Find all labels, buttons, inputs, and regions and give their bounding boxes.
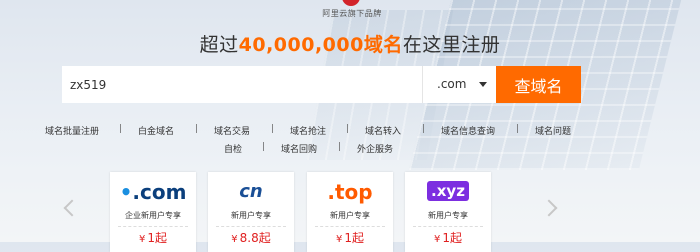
headline-prefix: 超过 xyxy=(199,34,239,56)
headline-suffix: 在这里注册 xyxy=(402,34,501,56)
brand-mark-icon xyxy=(342,0,360,6)
carousel-next-arrow-icon[interactable] xyxy=(540,199,558,217)
card-logo-text: .com xyxy=(132,180,187,204)
top-logo-icon: .top xyxy=(307,178,393,206)
caret-down-icon xyxy=(479,82,487,87)
xyz-logo-icon: .xyz xyxy=(405,178,491,206)
card-divider xyxy=(315,226,385,227)
link-separator: | xyxy=(338,142,342,152)
promo-card-com[interactable]: •.com 企业新用户专享 ¥1起 xyxy=(110,172,196,252)
headline-highlight: 40,000,000域名 xyxy=(238,34,403,56)
link-separator: | xyxy=(346,124,350,134)
com-logo-icon: •.com xyxy=(119,180,187,204)
carousel-prev-arrow-icon[interactable] xyxy=(63,199,81,217)
brand-logo-text: 阿里云旗下品牌 xyxy=(322,9,382,18)
price-value: 1起 xyxy=(442,231,462,245)
quick-link-self-check[interactable]: 自检 xyxy=(224,142,242,155)
link-separator: | xyxy=(262,142,266,152)
currency-symbol: ¥ xyxy=(138,234,146,245)
card-logo-text: .xyz xyxy=(427,181,469,201)
card-description: 新用户专享 xyxy=(330,211,370,220)
card-logo-text: .top xyxy=(327,180,373,204)
card-logo-text: cn xyxy=(239,181,263,202)
card-price: ¥1起 xyxy=(307,229,393,246)
promo-card-cn[interactable]: cn 新用户专享 ¥8.8起 xyxy=(208,172,294,252)
currency-symbol: ¥ xyxy=(231,234,238,245)
promo-card-xyz[interactable]: .xyz 新用户专享 ¥1起 xyxy=(405,172,491,252)
headline: 超过40,000,000域名在这里注册 xyxy=(0,30,700,57)
card-price: ¥1起 xyxy=(405,229,491,246)
quick-link-domain-faq[interactable]: 域名问题 xyxy=(535,124,571,137)
link-separator: | xyxy=(195,124,199,134)
card-divider xyxy=(118,226,188,227)
quick-link-domain-buyback[interactable]: 域名回购 xyxy=(281,142,317,155)
price-value: 1起 xyxy=(344,231,364,245)
card-description: 企业新用户专享 xyxy=(125,211,181,220)
currency-symbol: ¥ xyxy=(335,234,343,245)
promo-card-top[interactable]: .top 新用户专享 ¥1起 xyxy=(307,172,393,252)
card-divider xyxy=(413,226,483,227)
currency-symbol: ¥ xyxy=(433,234,441,245)
link-separator: | xyxy=(422,124,426,134)
card-price: ¥8.8起 xyxy=(208,229,294,246)
card-description: 新用户专享 xyxy=(231,211,271,220)
quick-link-whois-lookup[interactable]: 域名信息查询 xyxy=(441,124,495,137)
card-description: 新用户专享 xyxy=(428,211,468,220)
price-value: 1起 xyxy=(147,231,167,245)
quick-link-domain-trade[interactable]: 域名交易 xyxy=(214,124,250,137)
quick-links: 域名批量注册 | 白金域名 | 域名交易 | 域名抢注 | 域名转入 | 域名信… xyxy=(0,124,700,158)
quick-link-premium-domain[interactable]: 白金域名 xyxy=(138,124,174,137)
cn-logo-icon: cn xyxy=(208,178,294,206)
link-separator: | xyxy=(516,124,520,134)
link-separator: | xyxy=(119,124,123,134)
tld-dropdown[interactable]: .com xyxy=(422,66,496,103)
quick-link-enterprise-service[interactable]: 外企服务 xyxy=(357,142,393,155)
search-domain-button[interactable]: 查域名 xyxy=(496,66,581,103)
card-divider xyxy=(216,226,286,227)
brand-logo[interactable]: 阿里云旗下品牌 xyxy=(312,0,392,20)
link-separator: | xyxy=(271,124,275,134)
quick-link-domain-transfer[interactable]: 域名转入 xyxy=(365,124,401,137)
quick-link-batch-register[interactable]: 域名批量注册 xyxy=(45,124,99,137)
tld-selected-value: .com xyxy=(437,77,467,91)
domain-search-input[interactable] xyxy=(62,66,422,103)
price-value: 8.8起 xyxy=(239,231,271,245)
quick-link-domain-backorder[interactable]: 域名抢注 xyxy=(290,124,326,137)
card-price: ¥1起 xyxy=(110,229,196,246)
